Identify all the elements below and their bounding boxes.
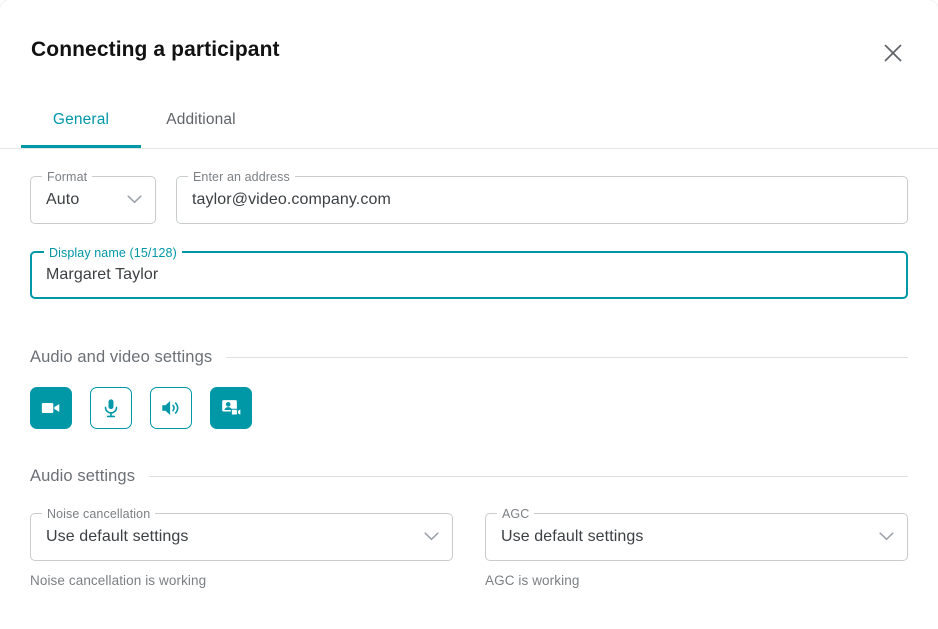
connecting-participant-dialog: Connecting a participant General Additio… — [0, 0, 938, 629]
audio-settings-header: Audio settings — [30, 467, 908, 486]
section-divider — [149, 476, 908, 477]
tab-general[interactable]: General — [21, 92, 141, 148]
page-title: Connecting a participant — [31, 38, 280, 61]
dialog-header: Connecting a participant — [0, 0, 938, 92]
format-select-box[interactable]: Format Auto — [30, 169, 156, 224]
chevron-down-icon — [424, 528, 439, 546]
noise-cancellation-label: Noise cancellation — [42, 506, 156, 522]
address-field-box[interactable]: Enter an address taylor@video.company.co… — [176, 169, 908, 224]
audio-settings-title: Audio settings — [30, 467, 136, 485]
noise-cancellation-select-box[interactable]: Noise cancellation Use default settings — [30, 506, 453, 561]
noise-cancellation-help: Noise cancellation is working — [30, 573, 207, 588]
av-settings-header: Audio and video settings — [30, 348, 908, 367]
format-select[interactable]: Format Auto — [30, 169, 156, 224]
display-name-field-box[interactable]: Display name (15/128) Margaret Taylor — [30, 245, 908, 299]
agc-label: AGC — [497, 506, 535, 522]
noise-cancellation-column: Noise cancellation Use default settings … — [30, 486, 453, 588]
tab-bar: General Additional — [0, 92, 938, 149]
close-button[interactable] — [878, 38, 908, 68]
close-icon — [882, 42, 904, 64]
presentation-button[interactable] — [210, 387, 252, 429]
display-name-label: Display name (15/128) — [44, 245, 182, 261]
av-settings-title: Audio and video settings — [30, 348, 213, 366]
tab-additional-label: Additional — [166, 111, 236, 128]
noise-cancellation-value: Use default settings — [46, 528, 189, 545]
format-label: Format — [42, 169, 93, 185]
agc-select-box[interactable]: AGC Use default settings — [485, 506, 908, 561]
format-value: Auto — [46, 191, 80, 208]
dialog-body: Format Auto Enter an address taylor@vide… — [0, 149, 938, 588]
camera-button[interactable] — [30, 387, 72, 429]
format-address-row: Format Auto Enter an address taylor@vide… — [30, 149, 908, 224]
agc-value: Use default settings — [501, 528, 644, 545]
address-value: taylor@video.company.com — [192, 191, 391, 208]
agc-select[interactable]: AGC Use default settings — [485, 506, 908, 561]
presentation-icon — [220, 397, 242, 419]
media-button-group — [30, 387, 908, 429]
chevron-down-icon — [879, 528, 894, 546]
address-field[interactable]: Enter an address taylor@video.company.co… — [176, 169, 908, 224]
camera-icon — [40, 397, 62, 419]
speaker-button[interactable] — [150, 387, 192, 429]
microphone-icon — [100, 397, 122, 419]
noise-cancellation-select[interactable]: Noise cancellation Use default settings — [30, 506, 453, 561]
display-name-field[interactable]: Display name (15/128) Margaret Taylor — [30, 245, 908, 299]
agc-help: AGC is working — [485, 573, 580, 588]
address-label: Enter an address — [188, 169, 295, 185]
speaker-icon — [160, 397, 182, 419]
tab-general-label: General — [52, 111, 110, 128]
section-divider — [226, 357, 908, 358]
audio-settings-grid: Noise cancellation Use default settings … — [30, 486, 908, 588]
display-name-value: Margaret Taylor — [46, 266, 159, 283]
chevron-down-icon — [127, 191, 142, 209]
agc-column: AGC Use default settings AGC is working — [485, 486, 908, 588]
microphone-button[interactable] — [90, 387, 132, 429]
tab-additional[interactable]: Additional — [141, 92, 261, 148]
